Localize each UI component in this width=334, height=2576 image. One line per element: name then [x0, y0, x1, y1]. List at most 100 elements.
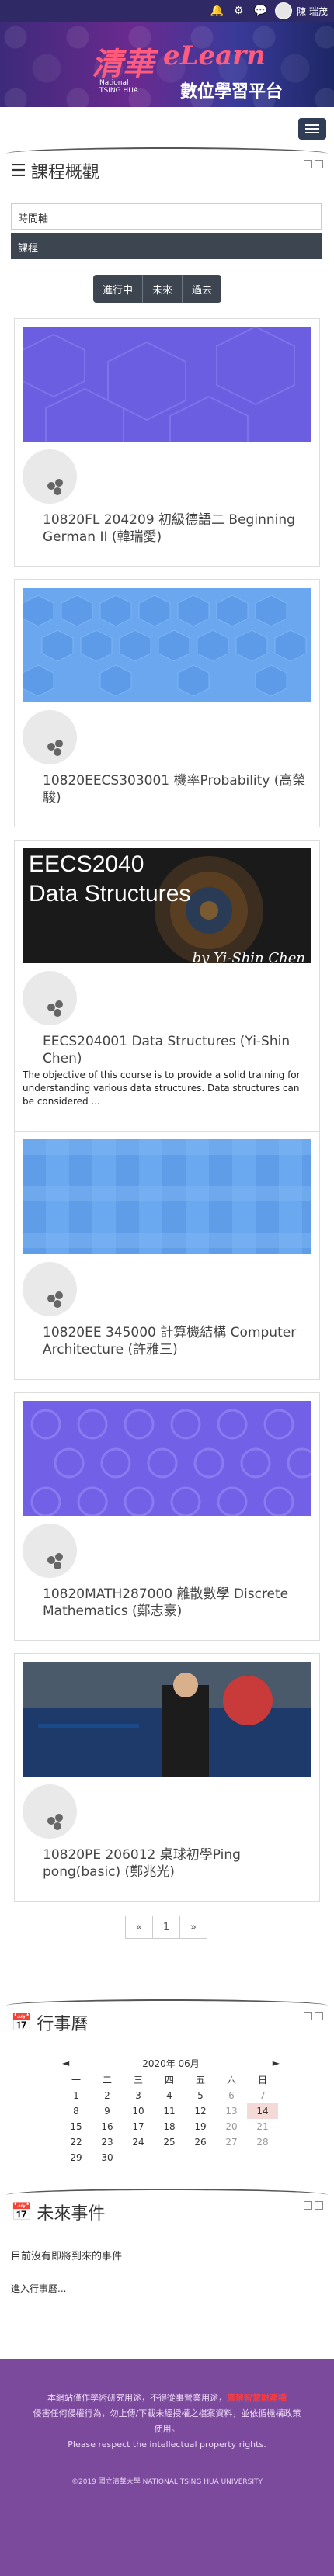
- day-cell[interactable]: 17: [123, 2119, 154, 2134]
- settings-icon[interactable]: ⚙: [231, 5, 245, 17]
- course-card[interactable]: 10820EECS303001 機率Probability (高榮駿): [14, 579, 320, 827]
- course-name[interactable]: 10820MATH287000 離散數學 Discrete Mathematic…: [43, 1586, 307, 1620]
- day-cell[interactable]: 30: [92, 2150, 123, 2165]
- user-menu[interactable]: 陳 瑞茂: [275, 2, 328, 19]
- site-footer: 本網站僅作學術研究用途，不得從事營業用途，嚴禁智慧財產權 侵害任何侵權行為，勿上…: [0, 2359, 334, 2576]
- course-icon: [23, 1262, 77, 1316]
- day-cell[interactable]: 21: [247, 2119, 278, 2134]
- course-image[interactable]: [23, 1662, 311, 1777]
- week-row: 8 9 10 11 12 13 14: [61, 2103, 281, 2119]
- site-banner[interactable]: 清華 National TSING HUA eLearn 數位學習平台: [0, 22, 334, 107]
- day-cell[interactable]: 23: [92, 2134, 123, 2150]
- calendar-icon: 📅: [11, 2013, 33, 2033]
- collapse-icon[interactable]: [304, 160, 312, 168]
- day-cell[interactable]: 2: [92, 2088, 123, 2103]
- course-tabs: 進行中 未來 過去: [93, 275, 222, 303]
- go-to-calendar-link[interactable]: 進入行事曆...: [11, 2282, 66, 2295]
- day-cell[interactable]: 25: [154, 2134, 185, 2150]
- day-cell[interactable]: 7: [247, 2088, 278, 2103]
- logo-english: National TSING HUA: [99, 79, 138, 95]
- image-title-line1: EECS2040: [29, 851, 144, 877]
- course-card[interactable]: 10820PE 206012 桌球初學Ping pong(basic) (鄭兆光…: [14, 1653, 320, 1902]
- course-card[interactable]: 10820MATH287000 離散數學 Discrete Mathematic…: [14, 1392, 320, 1641]
- day-cell[interactable]: 3: [123, 2088, 154, 2103]
- day-cell[interactable]: 18: [154, 2119, 185, 2134]
- day-cell[interactable]: 12: [185, 2103, 216, 2119]
- user-name: 陳 瑞茂: [297, 5, 328, 17]
- view-dropdown[interactable]: 課程: [11, 233, 322, 259]
- course-image[interactable]: [23, 1139, 311, 1254]
- block-title: ☰ 課程概觀: [11, 161, 99, 183]
- day-cell[interactable]: 29: [61, 2150, 92, 2165]
- avatar: [275, 2, 293, 19]
- course-name[interactable]: 10820PE 206012 桌球初學Ping pong(basic) (鄭兆光…: [43, 1846, 307, 1881]
- week-row: 29 30: [61, 2150, 281, 2165]
- day-cell[interactable]: 22: [61, 2134, 92, 2150]
- day-cell-today[interactable]: 14: [247, 2103, 278, 2119]
- day-cell[interactable]: 9: [92, 2103, 123, 2119]
- tab-in-progress[interactable]: 進行中: [93, 275, 144, 303]
- list-icon: ☰: [11, 161, 26, 181]
- course-image[interactable]: [23, 1401, 311, 1516]
- course-name[interactable]: 10820EE 345000 計算機結構 Computer Architectu…: [43, 1324, 307, 1358]
- ip-notice: Please respect the intellectual property…: [68, 2439, 266, 2449]
- day-cell[interactable]: 24: [123, 2134, 154, 2150]
- prev-month-button[interactable]: ◄: [62, 2058, 69, 2068]
- day-cell[interactable]: 28: [247, 2134, 278, 2150]
- course-card[interactable]: 10820EE 345000 計算機結構 Computer Architectu…: [14, 1132, 320, 1380]
- day-cell[interactable]: 26: [185, 2134, 216, 2150]
- course-name[interactable]: 10820EECS303001 機率Probability (高榮駿): [43, 772, 307, 806]
- day-cell[interactable]: 27: [216, 2134, 247, 2150]
- day-cell[interactable]: 11: [154, 2103, 185, 2119]
- ip-warning: 嚴禁智慧財產權: [227, 2393, 287, 2403]
- page-1-button[interactable]: 1: [152, 1916, 180, 1939]
- tab-past[interactable]: 過去: [183, 275, 222, 303]
- day-cell[interactable]: 1: [61, 2088, 92, 2103]
- day-cell[interactable]: 16: [92, 2119, 123, 2134]
- sort-dropdown[interactable]: 時間軸: [11, 203, 322, 230]
- copyright: ©2019 國立清華大學 NATIONAL TSING HUA UNIVERSI…: [71, 2478, 263, 2486]
- messages-icon[interactable]: 💬: [253, 5, 267, 17]
- next-page-button[interactable]: »: [179, 1916, 207, 1939]
- brand-title: eLearn: [163, 40, 266, 71]
- logo-chinese: 清華: [92, 46, 154, 82]
- dock-icon[interactable]: [315, 160, 323, 168]
- dock-icon[interactable]: [315, 2012, 323, 2020]
- course-image[interactable]: [23, 327, 311, 442]
- dock-icon[interactable]: [315, 2201, 323, 2210]
- block-controls[interactable]: [304, 2012, 323, 2020]
- day-cell[interactable]: 19: [185, 2119, 216, 2134]
- image-author: by Yi-Shin Chen: [192, 950, 305, 963]
- day-cell[interactable]: 8: [61, 2103, 92, 2119]
- course-image[interactable]: [23, 588, 311, 702]
- collapse-icon[interactable]: [304, 2201, 312, 2210]
- prev-page-button[interactable]: «: [125, 1916, 153, 1939]
- next-month-button[interactable]: ►: [273, 2058, 280, 2068]
- day-cell[interactable]: 10: [123, 2103, 154, 2119]
- course-summary: The objective of this course is to provi…: [23, 1070, 301, 1107]
- bell-icon[interactable]: 🔔: [210, 5, 224, 17]
- course-card[interactable]: EECS2040 Data Structures by Yi-Shin Chen…: [14, 840, 320, 1132]
- hamburger-menu-button[interactable]: [298, 118, 326, 140]
- block-controls[interactable]: [304, 160, 323, 168]
- course-icon: [23, 449, 77, 504]
- course-icon: [23, 1784, 77, 1839]
- course-image[interactable]: EECS2040 Data Structures by Yi-Shin Chen: [23, 848, 311, 963]
- course-name[interactable]: 10820FL 204209 初級德語二 Beginning German II…: [43, 511, 307, 546]
- course-name[interactable]: EECS204001 Data Structures (Yi-Shin Chen…: [43, 1033, 307, 1067]
- upcoming-events-header: 📅 未來事件: [0, 2189, 334, 2224]
- day-cell[interactable]: 15: [61, 2119, 92, 2134]
- brand-subtitle: 數位學習平台: [180, 82, 284, 102]
- course-icon: [23, 710, 77, 764]
- day-cell[interactable]: 13: [216, 2103, 247, 2119]
- collapse-icon[interactable]: [304, 2012, 312, 2020]
- course-icon: [23, 1524, 77, 1578]
- course-icon: [23, 971, 77, 1025]
- day-cell[interactable]: 20: [216, 2119, 247, 2134]
- course-card[interactable]: 10820FL 204209 初級德語二 Beginning German II…: [14, 318, 320, 567]
- tab-future[interactable]: 未來: [143, 275, 183, 303]
- day-cell[interactable]: 6: [216, 2088, 247, 2103]
- block-controls[interactable]: [304, 2201, 323, 2210]
- day-cell[interactable]: 5: [185, 2088, 216, 2103]
- day-cell[interactable]: 4: [154, 2088, 185, 2103]
